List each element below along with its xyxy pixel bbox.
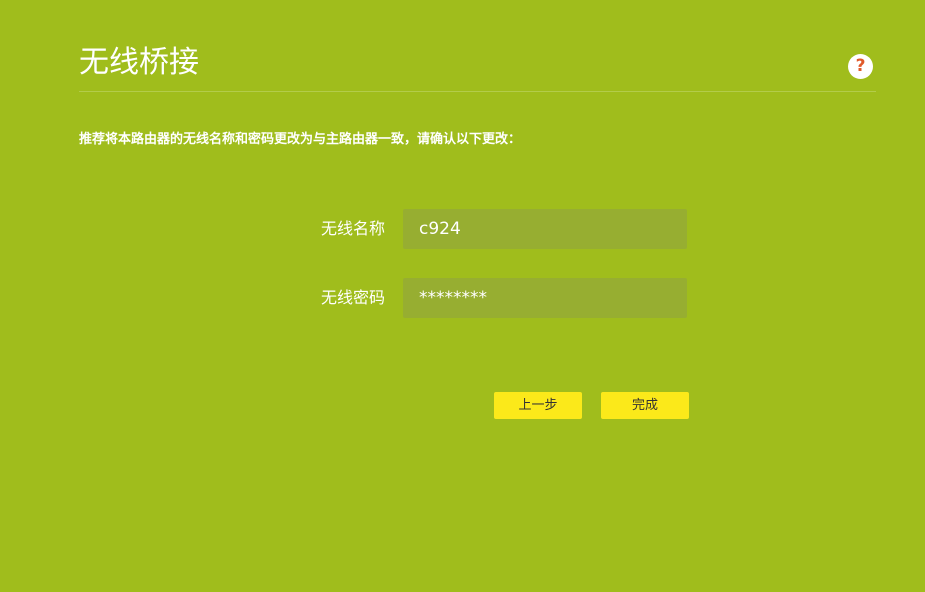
help-icon[interactable]: ?: [848, 54, 873, 79]
ssid-label: 无线名称: [320, 219, 385, 238]
password-label: 无线密码: [320, 288, 385, 307]
password-row: 无线密码: [0, 278, 925, 318]
ssid-row: 无线名称: [0, 209, 925, 249]
password-input[interactable]: [403, 278, 687, 318]
previous-step-button[interactable]: 上一步: [494, 392, 582, 419]
page-title: 无线桥接: [79, 45, 199, 80]
instruction-text: 推荐将本路由器的无线名称和密码更改为与主路由器一致，请确认以下更改：: [79, 132, 522, 147]
finish-button[interactable]: 完成: [601, 392, 689, 419]
header-divider: [79, 91, 876, 92]
ssid-input[interactable]: [403, 209, 687, 249]
